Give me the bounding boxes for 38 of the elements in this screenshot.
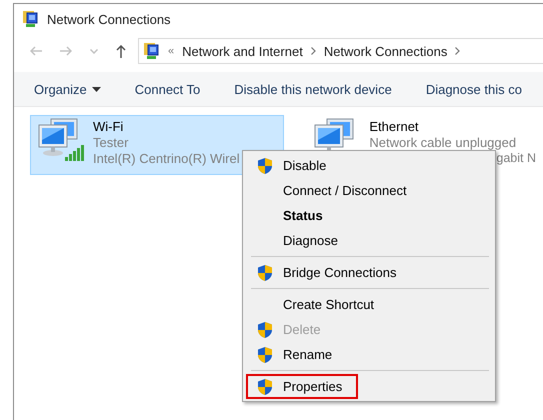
shield-icon <box>257 320 273 338</box>
connection-status: Tester <box>93 135 130 150</box>
connection-tile[interactable]: Wi-Fi Tester Intel(R) Centrino(R) Wirel <box>30 115 284 175</box>
menu-item[interactable]: Bridge Connections <box>246 260 489 285</box>
connection-device: gabit N <box>495 151 536 165</box>
menu-item[interactable]: Rename <box>246 342 489 367</box>
wireless-network-icon <box>37 117 87 163</box>
up-arrow-icon[interactable] <box>116 44 126 58</box>
network-folder-icon <box>143 42 160 60</box>
toolbar-button[interactable]: Diagnose this co <box>426 82 522 96</box>
menu-item[interactable]: Status <box>246 203 489 228</box>
shield-icon <box>257 264 273 282</box>
toolbar-button[interactable]: Connect To <box>134 82 200 96</box>
toolbar-button[interactable]: Disable this network device <box>234 82 392 96</box>
shield-icon <box>257 378 273 396</box>
connection-name: Ethernet <box>369 119 420 134</box>
breadcrumb-overflow[interactable]: « <box>168 45 174 57</box>
connection-name: Wi-Fi <box>93 119 124 134</box>
toolbar-button[interactable]: Organize <box>34 82 101 96</box>
network-folder-icon <box>22 10 39 28</box>
dropdown-caret-icon <box>92 86 101 92</box>
chevron-right-icon <box>310 47 316 55</box>
forward-arrow-icon[interactable] <box>60 46 72 56</box>
breadcrumb[interactable]: Network Connections <box>324 44 448 58</box>
chevron-right-icon <box>455 47 460 55</box>
menu-item[interactable]: Properties <box>246 374 358 399</box>
dropdown-chevron-icon[interactable] <box>90 48 98 54</box>
address-bar[interactable]: « Network and Internet Network Connections <box>138 38 543 64</box>
breadcrumb[interactable]: Network and Internet <box>182 44 303 58</box>
menu-item[interactable]: Connect / Disconnect <box>246 178 489 203</box>
shield-icon <box>257 346 273 364</box>
window-title: Network Connections <box>47 12 171 26</box>
shield-icon <box>257 156 273 174</box>
back-arrow-icon[interactable] <box>30 46 42 56</box>
menu-item[interactable]: Diagnose <box>246 228 489 253</box>
menu-item[interactable]: Create Shortcut <box>246 292 489 317</box>
connection-status: Network cable unplugged <box>369 135 518 150</box>
connection-device: Intel(R) Centrino(R) Wirel <box>93 151 240 166</box>
